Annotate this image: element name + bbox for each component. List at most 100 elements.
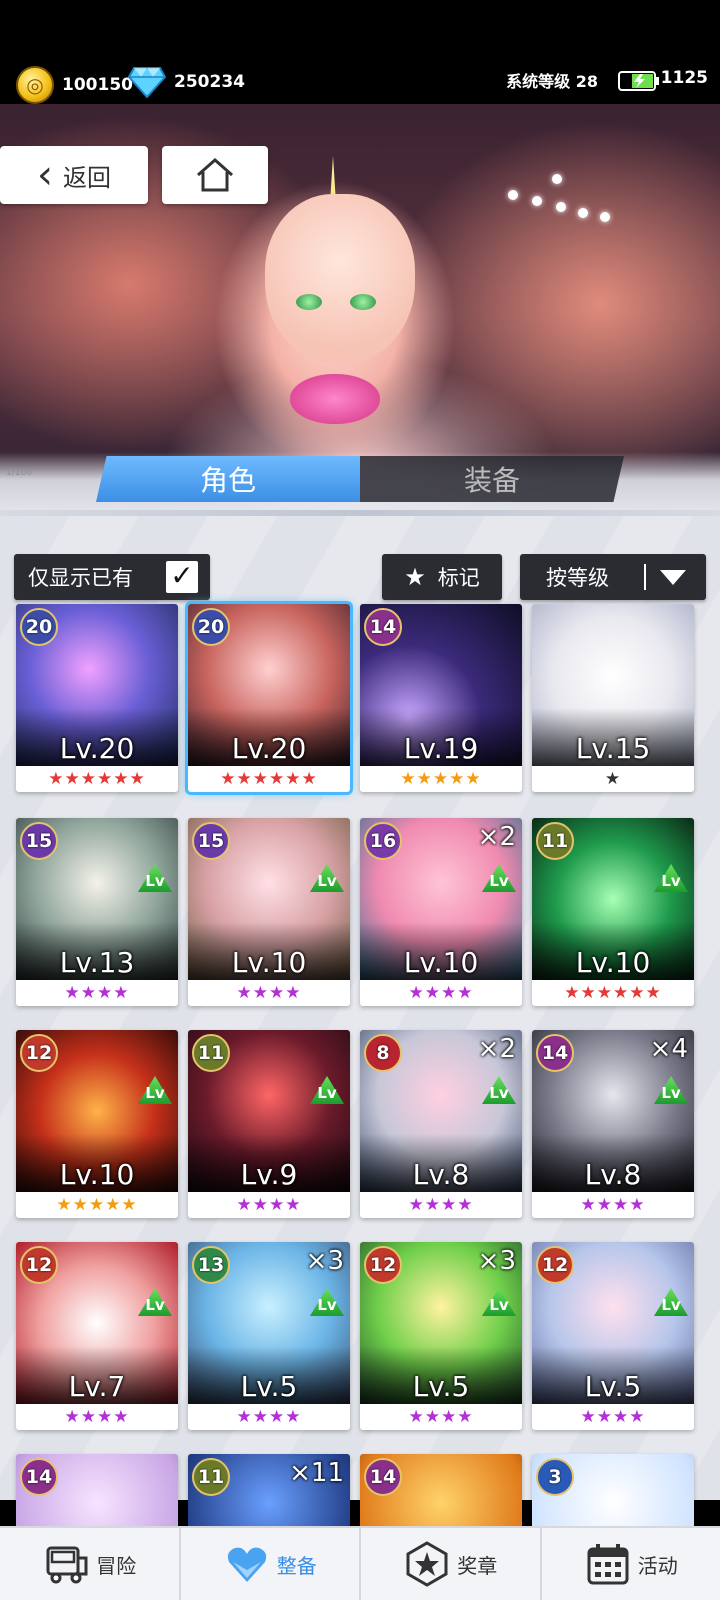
owned-only-filter[interactable]: 仅显示已有 ✓ bbox=[14, 554, 210, 600]
duplicate-count: ×3 bbox=[477, 1246, 516, 1276]
energy-battery-icon bbox=[618, 71, 659, 91]
tab-equipment[interactable]: 装备 bbox=[360, 456, 624, 502]
level-cap-badge: 11 bbox=[192, 1034, 230, 1072]
owned-only-label: 仅显示已有 bbox=[28, 566, 133, 590]
character-card[interactable]: 12 Lv Lv.10 ★★★★★ bbox=[16, 1030, 178, 1218]
level-cap-badge: 14 bbox=[364, 608, 402, 646]
home-button[interactable] bbox=[162, 146, 268, 204]
sort-separator bbox=[644, 564, 646, 590]
system-level: 系统等级 28 bbox=[506, 72, 598, 91]
nav-adventure[interactable]: 冒险 bbox=[0, 1528, 181, 1600]
character-level: Lv.5 bbox=[412, 1370, 470, 1403]
star-rating: ★★★★ bbox=[580, 1195, 646, 1215]
level-up-arrow-icon: Lv bbox=[654, 1288, 688, 1316]
star-rating: ★ bbox=[604, 769, 622, 789]
star-rating: ★★★★★★ bbox=[220, 769, 318, 789]
star-rating: ★★★★★ bbox=[56, 1195, 138, 1215]
level-up-arrow-icon: Lv bbox=[654, 864, 688, 892]
level-up-arrow-icon: Lv bbox=[138, 1076, 172, 1104]
level-up-arrow-icon: Lv bbox=[310, 1288, 344, 1316]
level-cap-badge: 13 bbox=[192, 1246, 230, 1284]
character-card[interactable]: 16 ×2 Lv Lv.10 ★★★★ bbox=[360, 818, 522, 1006]
diamond-icon bbox=[128, 67, 166, 98]
character-level: Lv.10 bbox=[403, 946, 479, 979]
star-rating: ★★★★★★ bbox=[564, 983, 662, 1003]
level-cap-badge: 20 bbox=[192, 608, 230, 646]
character-card[interactable]: 20 Lv.20 ★★★★★★ bbox=[16, 604, 178, 792]
nav-medals[interactable]: 奖章 bbox=[361, 1528, 542, 1600]
character-level: Lv.7 bbox=[68, 1370, 126, 1403]
level-cap-badge: 12 bbox=[536, 1246, 574, 1284]
tab-characters[interactable]: 角色 bbox=[96, 456, 360, 502]
mark-filter-button[interactable]: ★ 标记 bbox=[382, 554, 502, 600]
character-card[interactable]: 20 Lv.20 ★★★★★★ bbox=[188, 604, 350, 792]
level-up-arrow-icon: Lv bbox=[482, 1288, 516, 1316]
character-card[interactable]: Lv.15 ★ bbox=[532, 604, 694, 792]
character-level: Lv.10 bbox=[59, 1158, 135, 1191]
level-cap-badge: 12 bbox=[20, 1246, 58, 1284]
character-level: Lv.10 bbox=[231, 946, 307, 979]
gem-counter[interactable]: 250234 bbox=[128, 66, 245, 98]
star-rating: ★★★★★★ bbox=[48, 769, 146, 789]
level-up-arrow-icon: Lv bbox=[138, 864, 172, 892]
character-card[interactable]: 12 Lv Lv.7 ★★★★ bbox=[16, 1242, 178, 1430]
level-cap-badge: 20 bbox=[20, 608, 58, 646]
character-level: Lv.13 bbox=[59, 946, 135, 979]
decor-text-left: 1/100 bbox=[6, 468, 32, 478]
level-cap-badge: 8 bbox=[364, 1034, 402, 1072]
character-card[interactable]: 11 Lv Lv.10 ★★★★★★ bbox=[532, 818, 694, 1006]
star-rating: ★★★★ bbox=[408, 1195, 474, 1215]
back-label: 返回 bbox=[63, 163, 111, 192]
star-rating: ★★★★ bbox=[236, 1407, 302, 1427]
character-level: Lv.5 bbox=[240, 1370, 298, 1403]
mark-label: 标记 bbox=[437, 566, 480, 590]
character-card[interactable]: 11 Lv Lv.9 ★★★★ bbox=[188, 1030, 350, 1218]
banner-eye-right bbox=[350, 294, 376, 310]
coin-counter[interactable]: ◎ 100150 bbox=[16, 66, 133, 104]
character-card[interactable]: 8 ×2 Lv Lv.8 ★★★★ bbox=[360, 1030, 522, 1218]
character-card[interactable]: 12 Lv Lv.5 ★★★★ bbox=[532, 1242, 694, 1430]
back-button[interactable]: ‹ 返回 bbox=[0, 146, 148, 204]
banner-eye-left bbox=[296, 294, 322, 310]
level-up-arrow-icon: Lv bbox=[482, 1076, 516, 1104]
coin-icon: ◎ bbox=[16, 66, 54, 104]
star-rating: ★★★★ bbox=[580, 1407, 646, 1427]
character-card[interactable]: 14 Lv.19 ★★★★★ bbox=[360, 604, 522, 792]
character-level: Lv.5 bbox=[584, 1370, 642, 1403]
nav-events[interactable]: 活动 bbox=[542, 1528, 720, 1600]
calendar-icon bbox=[587, 1544, 629, 1585]
level-cap-badge: 12 bbox=[364, 1246, 402, 1284]
nav-medals-label: 奖章 bbox=[457, 1553, 498, 1578]
gem-amount: 250234 bbox=[174, 72, 245, 92]
bottom-navigation: 冒险 整备 奖章 活动 bbox=[0, 1526, 720, 1600]
character-level: Lv.8 bbox=[412, 1158, 470, 1191]
level-cap-badge: 14 bbox=[364, 1458, 402, 1496]
star-rating: ★★★★ bbox=[64, 983, 130, 1003]
character-card[interactable]: 14 ×4 Lv Lv.8 ★★★★ bbox=[532, 1030, 694, 1218]
character-card[interactable]: 15 Lv Lv.13 ★★★★ bbox=[16, 818, 178, 1006]
character-level: Lv.20 bbox=[231, 732, 307, 765]
nav-adventure-label: 冒险 bbox=[96, 1553, 137, 1578]
character-level: Lv.15 bbox=[575, 732, 651, 765]
owned-only-checkbox[interactable]: ✓ bbox=[166, 561, 198, 593]
nav-prepare[interactable]: 整备 bbox=[181, 1528, 361, 1600]
character-card[interactable]: 12 ×3 Lv Lv.5 ★★★★ bbox=[360, 1242, 522, 1430]
chevron-left-icon: ‹ bbox=[37, 152, 53, 198]
star-rating: ★★★★ bbox=[408, 1407, 474, 1427]
status-bar: ◎ 100150 250234 系统等级 28 1125 bbox=[0, 0, 720, 104]
level-cap-badge: 14 bbox=[536, 1034, 574, 1072]
sort-dropdown[interactable]: 按等级 bbox=[520, 554, 706, 600]
character-level: Lv.10 bbox=[575, 946, 651, 979]
heart-gem-icon bbox=[227, 1547, 266, 1582]
level-cap-badge: 3 bbox=[536, 1458, 574, 1496]
star-rating: ★★★★ bbox=[236, 1195, 302, 1215]
duplicate-count: ×11 bbox=[289, 1458, 344, 1488]
level-up-arrow-icon: Lv bbox=[654, 1076, 688, 1104]
character-card[interactable]: 15 Lv Lv.10 ★★★★ bbox=[188, 818, 350, 1006]
level-up-arrow-icon: Lv bbox=[138, 1288, 172, 1316]
level-cap-badge: 11 bbox=[192, 1458, 230, 1496]
level-cap-badge: 14 bbox=[20, 1458, 58, 1496]
star-rating: ★★★★ bbox=[408, 983, 474, 1003]
duplicate-count: ×2 bbox=[477, 1034, 516, 1064]
character-card[interactable]: 13 ×3 Lv Lv.5 ★★★★ bbox=[188, 1242, 350, 1430]
